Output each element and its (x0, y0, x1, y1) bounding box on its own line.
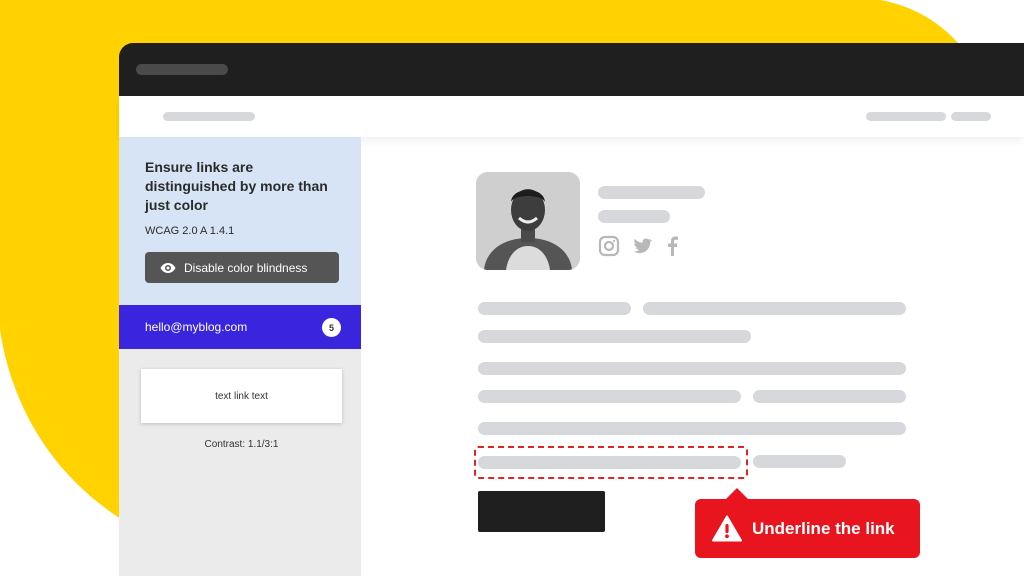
browser-titlebar (119, 43, 1024, 96)
toolbar-placeholder-right (866, 112, 946, 121)
instagram-icon[interactable] (598, 235, 620, 262)
titlebar-placeholder (136, 64, 228, 75)
flagged-link-placeholder[interactable] (478, 456, 741, 469)
profile-subtitle-placeholder (598, 210, 670, 223)
text-line-placeholder (753, 390, 906, 403)
disable-color-blindness-label: Disable color blindness (184, 260, 308, 275)
issue-tooltip: Underline the link (695, 499, 920, 558)
text-line-placeholder (478, 362, 906, 375)
text-line-placeholder (478, 330, 751, 343)
text-line-placeholder (643, 302, 906, 315)
issue-item[interactable]: hello@myblog.com 5 (119, 305, 361, 349)
content-button-placeholder[interactable] (478, 491, 605, 532)
tooltip-message: Underline the link (752, 518, 895, 538)
issue-email: hello@myblog.com (145, 320, 248, 334)
disable-color-blindness-button[interactable]: Disable color blindness (145, 252, 339, 283)
toolbar-placeholder-left (163, 112, 255, 121)
warning-icon (712, 515, 742, 542)
issue-count-badge: 5 (322, 318, 341, 337)
tooltip-arrow (726, 488, 748, 499)
text-line-placeholder (478, 422, 906, 435)
toolbar-placeholder-right-2 (951, 112, 991, 121)
profile-name-placeholder (598, 186, 705, 199)
wcag-reference: WCAG 2.0 A 1.4.1 (145, 225, 235, 237)
facebook-icon[interactable] (664, 235, 680, 262)
twitter-icon[interactable] (631, 235, 653, 262)
profile-avatar (476, 172, 580, 270)
link-preview-card: text link text (141, 369, 342, 423)
text-line-placeholder (478, 302, 631, 315)
contrast-ratio: Contrast: 1.1/3:1 (204, 439, 279, 450)
eye-icon (160, 262, 176, 274)
browser-toolbar (119, 96, 1024, 137)
rule-title: Ensure links are distinguished by more t… (145, 159, 328, 213)
text-line-placeholder (478, 390, 741, 403)
link-preview-text: text link text (215, 390, 268, 402)
text-line-placeholder (753, 455, 846, 468)
